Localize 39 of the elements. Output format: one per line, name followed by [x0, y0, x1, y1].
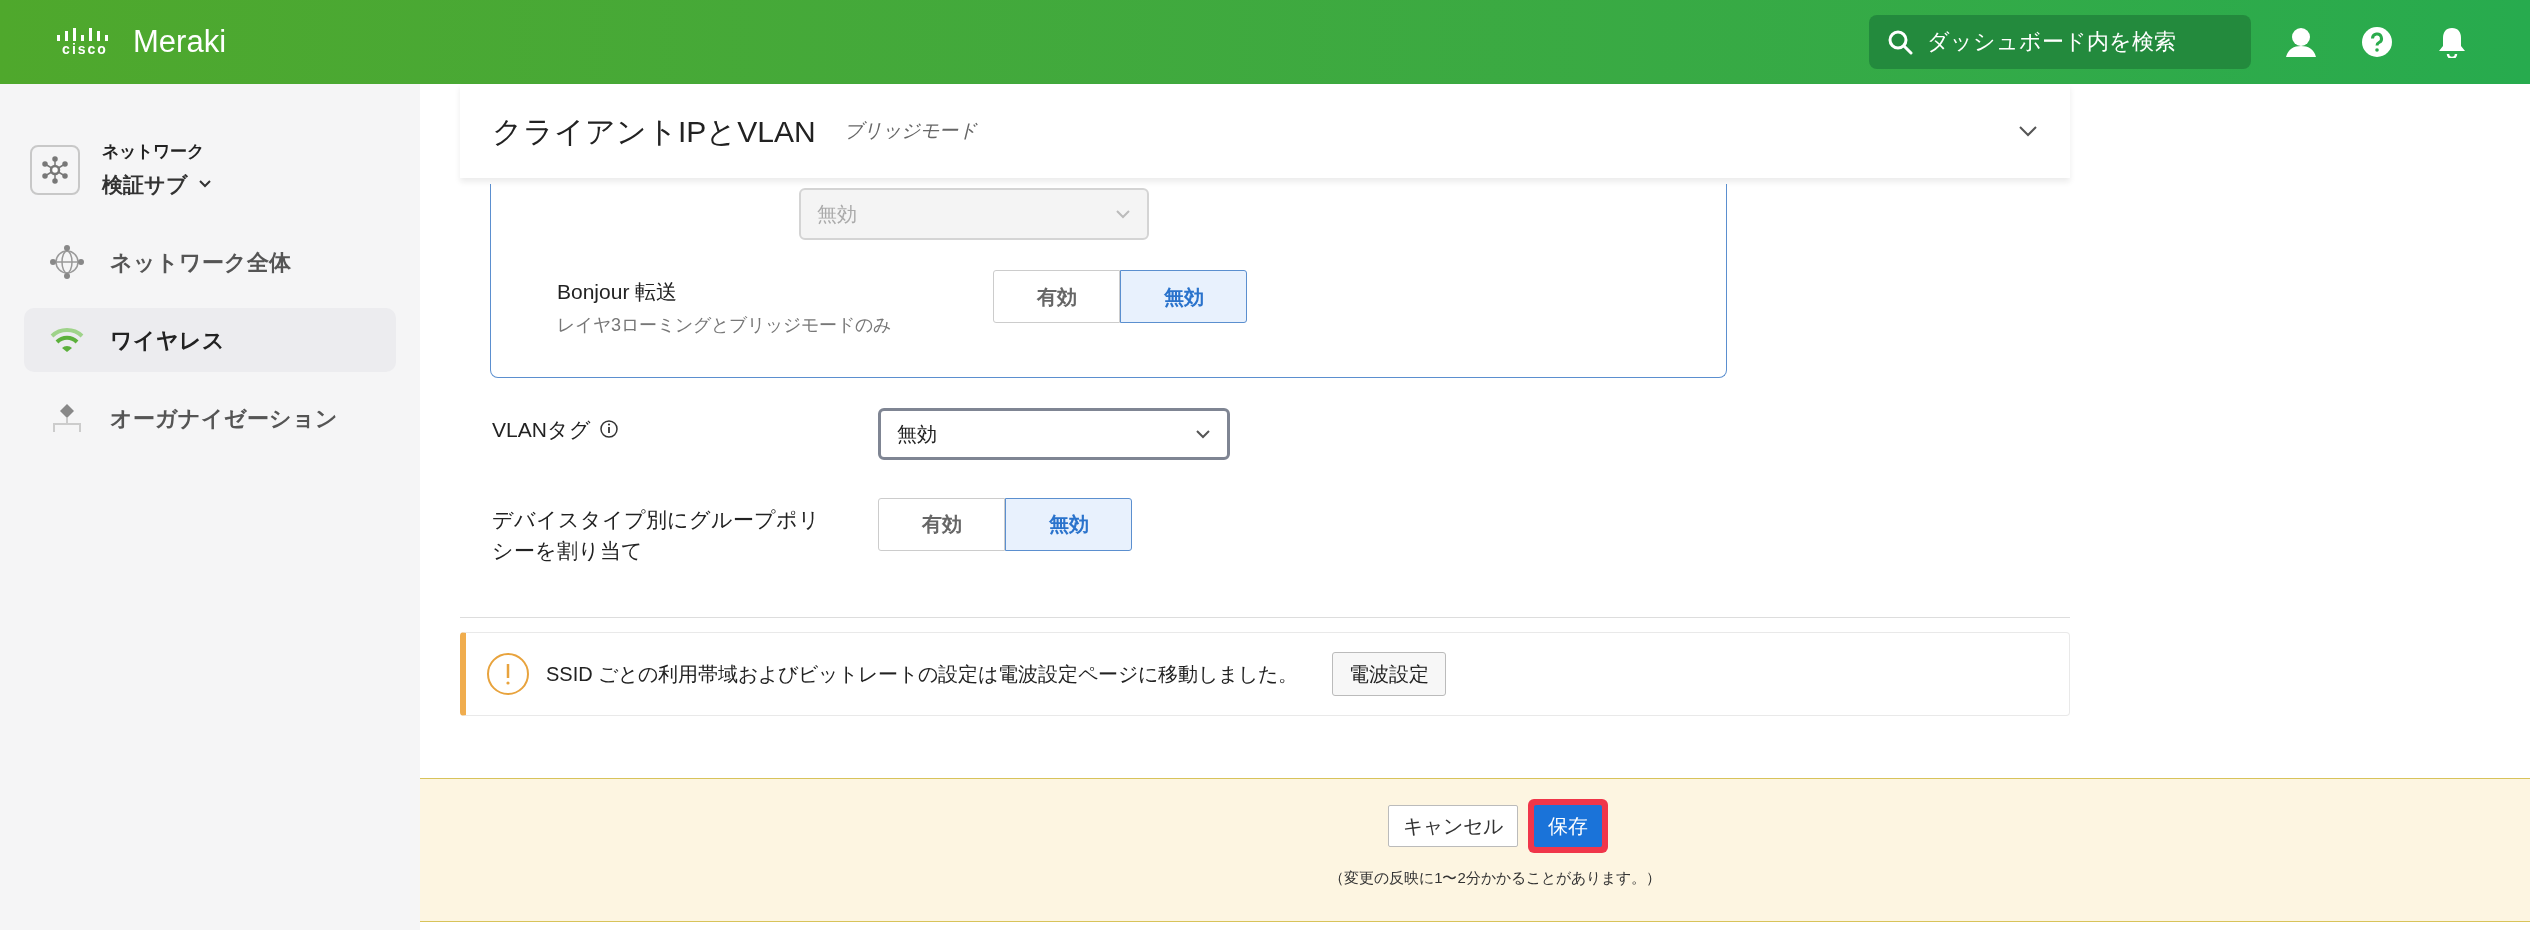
save-button[interactable]: 保存 [1534, 804, 1602, 847]
nav-item[interactable]: ワイヤレス [24, 308, 396, 372]
globe-icon [50, 245, 84, 279]
user-icon[interactable] [2285, 26, 2317, 58]
select-field[interactable]: 無効 [878, 407, 1230, 460]
toggle-option[interactable]: 無効 [1005, 497, 1132, 551]
chevron-down-icon [1195, 428, 1211, 439]
network-selector[interactable]: 検証サブ [102, 168, 212, 200]
search-icon [1887, 29, 1913, 55]
setting-label: デバイスタイプ別にグループポリシーを割り当て [492, 506, 821, 564]
bell-icon[interactable] [2437, 26, 2467, 58]
section-subtitle: ブリッジモード [843, 118, 977, 143]
toggle-option[interactable]: 有効 [878, 497, 1005, 551]
search-field[interactable]: ダッシュボード内を検索 [1869, 15, 2251, 69]
warning-icon [486, 651, 530, 696]
nav-item[interactable]: オーガナイゼーション [24, 386, 396, 450]
setting-hint: レイヤ3ローミングとブリッジモードのみ [557, 313, 892, 337]
toggle-option[interactable]: 無効 [1120, 270, 1247, 323]
chevron-down-icon [2018, 125, 2038, 137]
section-header[interactable]: クライアントIPとVLAN ブリッジモード [460, 84, 2070, 178]
org-chart-icon [50, 403, 84, 433]
wifi-icon [50, 327, 84, 353]
notice-text: SSID ごとの利用帯域およびビットレートの設定は電波設定ページに移動しました。 [546, 661, 1299, 687]
help-icon[interactable] [2361, 26, 2393, 58]
network-label: ネットワーク [102, 141, 205, 163]
nav-item[interactable]: ネットワーク全体 [24, 230, 396, 294]
setting-label: VLANタグ [492, 416, 591, 443]
section-title: クライアントIPとVLAN [492, 113, 816, 150]
chevron-down-icon [1115, 209, 1131, 219]
cancel-button[interactable]: キャンセル [1388, 804, 1518, 847]
setting-label: Bonjour 転送 [557, 279, 679, 305]
radio-settings-button[interactable]: 電波設定 [1332, 651, 1447, 696]
network-icon[interactable] [30, 144, 80, 195]
select-field: 無効 [799, 188, 1149, 240]
chevron-down-icon [198, 179, 212, 190]
logo-text: cisco [62, 42, 108, 56]
save-note: （変更の反映に1〜2分かかることがあります。） [1328, 867, 1661, 888]
info-icon[interactable] [598, 419, 619, 440]
toggle-option[interactable]: 有効 [993, 270, 1120, 323]
